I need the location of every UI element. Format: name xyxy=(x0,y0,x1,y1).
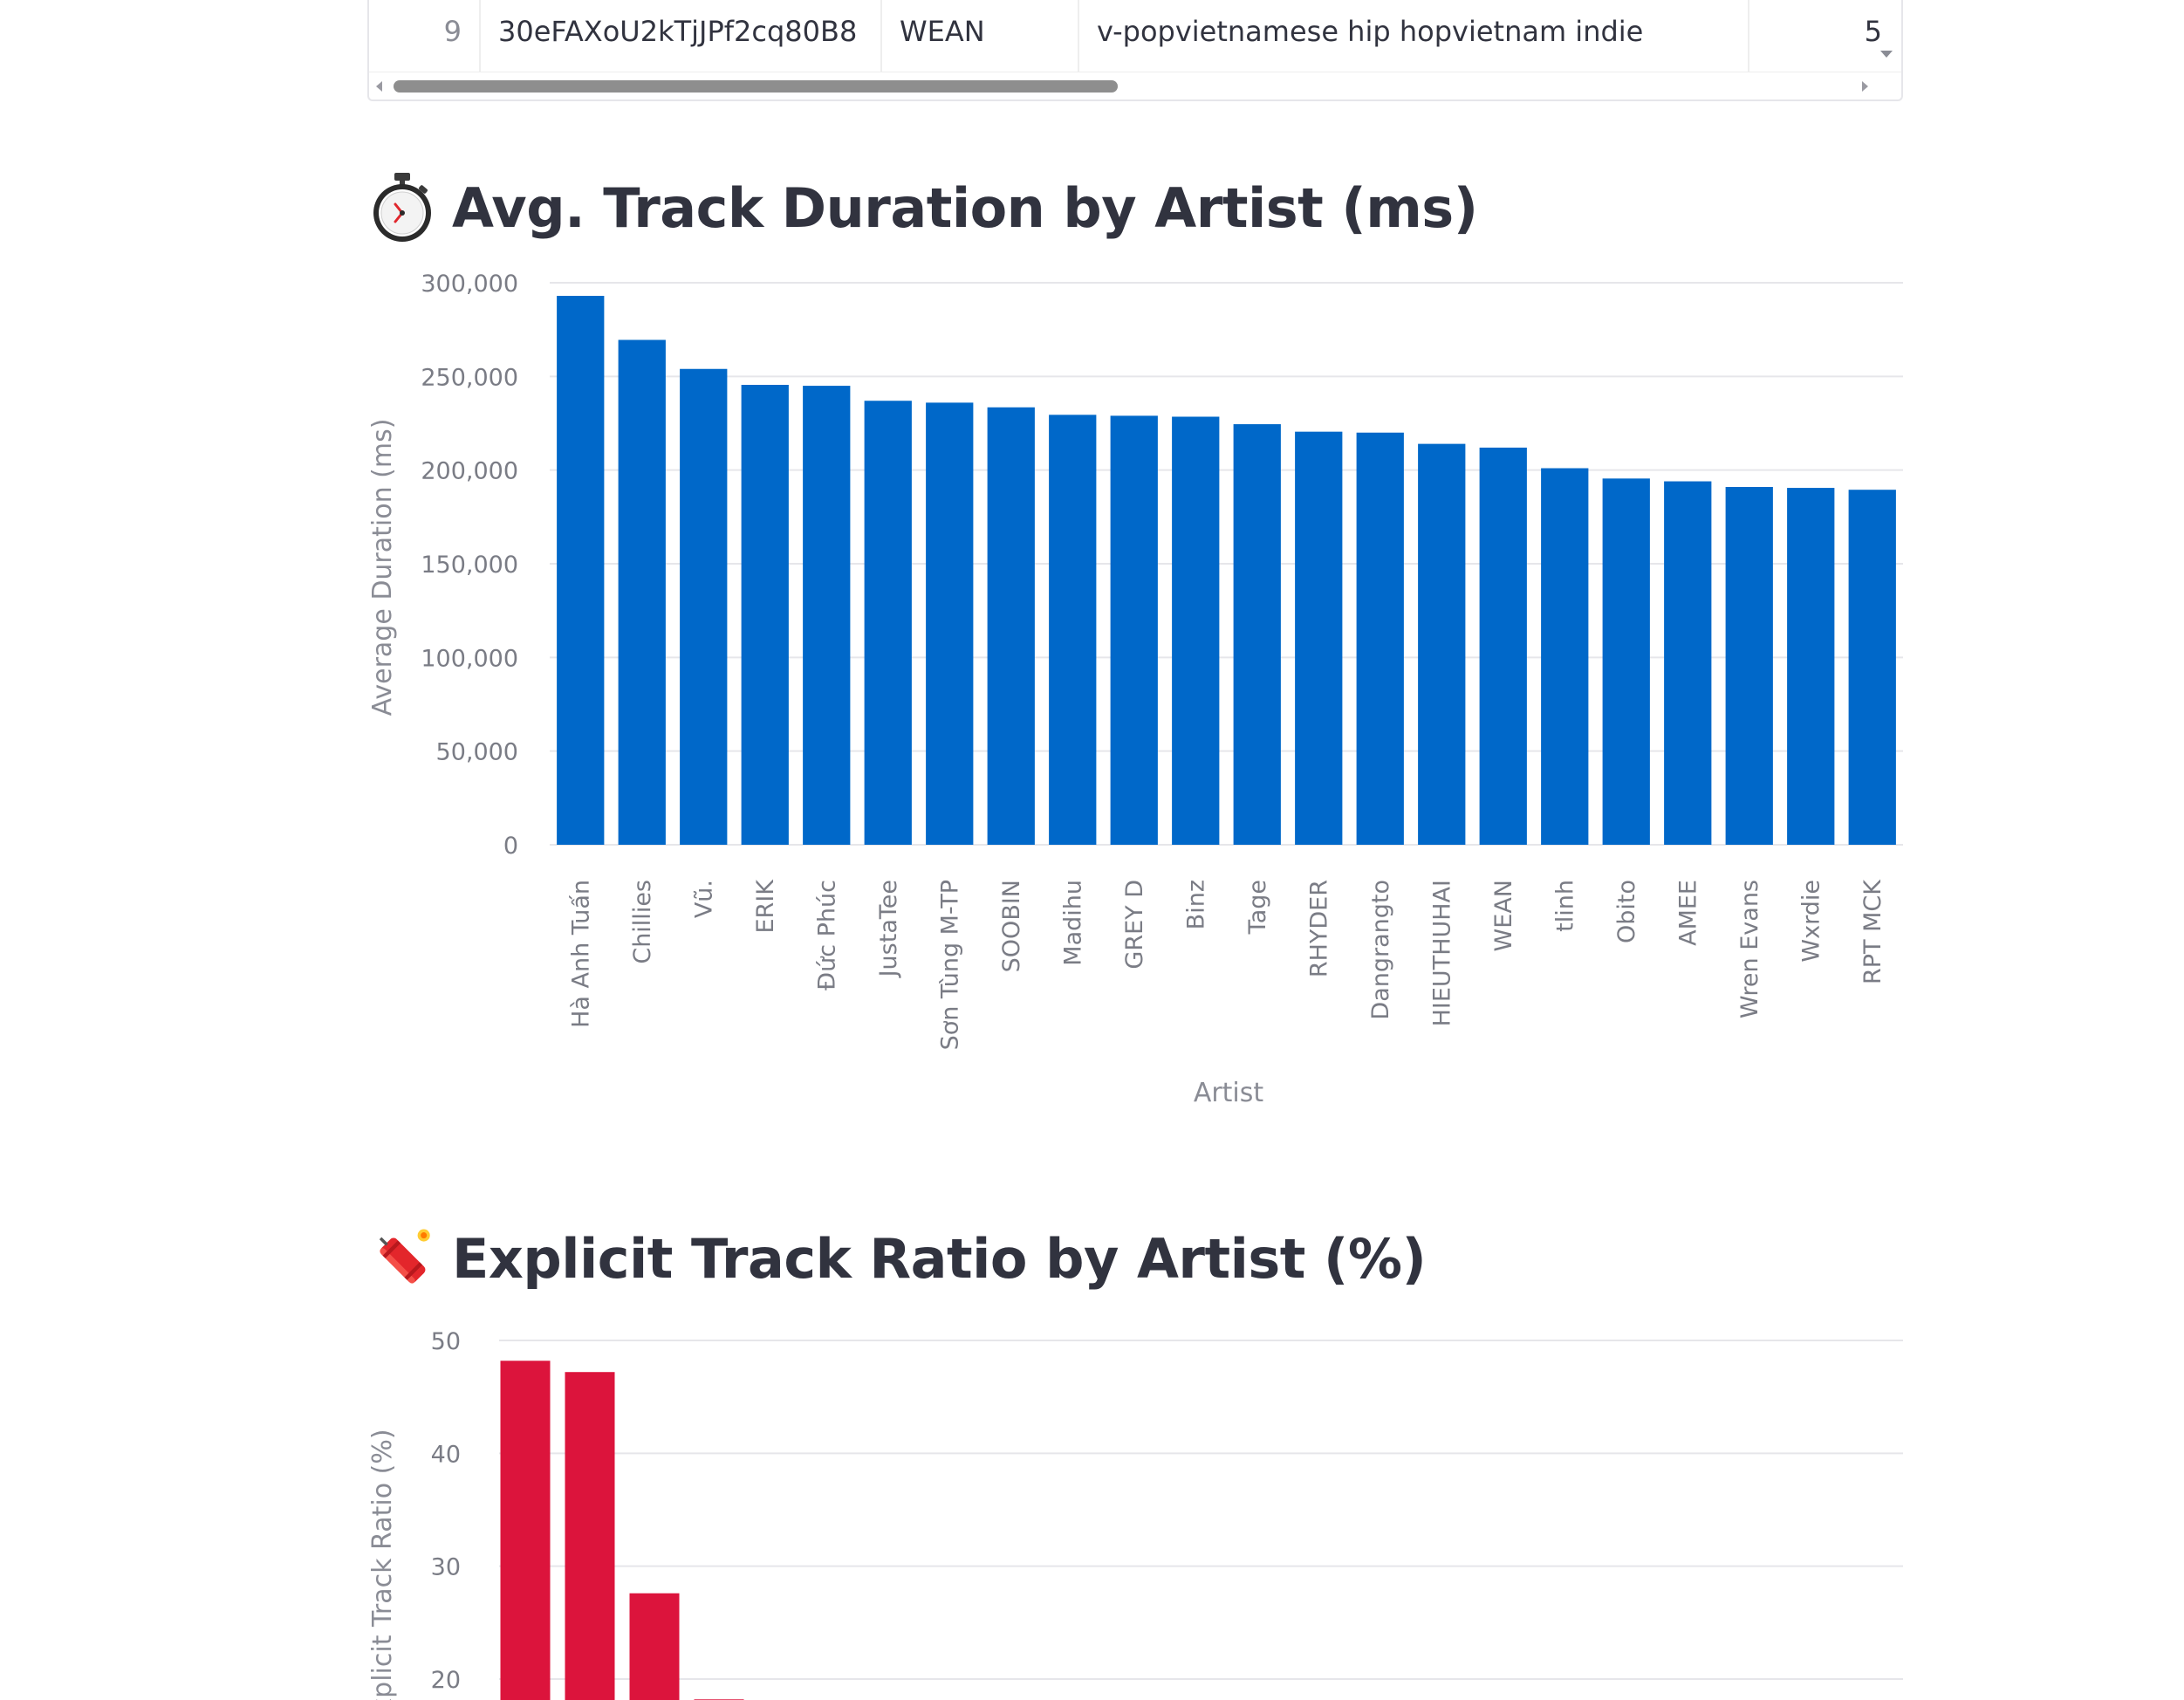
y-tick-label: 100,000 xyxy=(421,645,518,672)
chart-gridlines xyxy=(499,1340,1903,1680)
bar[interactable] xyxy=(741,384,789,845)
chart-bars[interactable] xyxy=(500,1361,744,1700)
y-tick-label: 20 xyxy=(431,1667,461,1694)
x-tick-label: Wxrdie xyxy=(1797,880,1825,963)
table-row[interactable]: 9 30eFAXoU2kTjJPf2cq80B8 WEAN v-popvietn… xyxy=(369,0,1901,72)
section-title: Avg. Track Duration by Artist (ms) xyxy=(452,175,1478,240)
x-tick-label: ERIK xyxy=(752,879,779,934)
x-tick-label: tlinh xyxy=(1551,880,1578,932)
bar[interactable] xyxy=(1356,432,1404,845)
x-axis-ticks: Hà Anh Tuấn Chillies Vũ. ERIK Đức Phúc JustaT… xyxy=(567,879,1886,1051)
x-tick-label: AMEE xyxy=(1674,880,1701,946)
scroll-left-arrow-icon[interactable] xyxy=(376,81,382,92)
table-cell-index: 9 xyxy=(369,0,481,72)
table-cell-count[interactable]: 5 xyxy=(1749,0,1901,72)
bar[interactable] xyxy=(1664,481,1712,845)
bar[interactable] xyxy=(926,402,974,845)
y-tick-label: 50,000 xyxy=(436,739,518,766)
x-tick-label: Wren Evans xyxy=(1736,880,1763,1018)
x-tick-label: Obito xyxy=(1613,880,1640,943)
y-tick-label: 200,000 xyxy=(421,458,518,485)
bar[interactable] xyxy=(1049,415,1097,845)
bar[interactable] xyxy=(680,368,728,845)
y-tick-label: 250,000 xyxy=(421,364,518,391)
explicit-ratio-bar-chart[interactable]: 20 30 40 50 Explicit Track Ratio (%) xyxy=(0,1309,2184,1700)
data-table[interactable]: 9 30eFAXoU2kTjJPf2cq80B8 WEAN v-popvietn… xyxy=(367,0,1903,101)
x-tick-label: Madihu xyxy=(1059,880,1086,966)
x-tick-label: RPT MCK xyxy=(1859,879,1886,984)
x-tick-label: Hà Anh Tuấn xyxy=(567,880,594,1028)
y-tick-label: 30 xyxy=(431,1554,461,1581)
bar[interactable] xyxy=(1725,486,1773,845)
x-tick-label: Chillies xyxy=(629,880,656,964)
bar[interactable] xyxy=(1602,478,1650,845)
bar[interactable] xyxy=(618,339,666,845)
bar[interactable] xyxy=(1295,431,1343,845)
bar[interactable] xyxy=(1172,416,1220,845)
x-tick-label: Vũ. xyxy=(690,880,717,918)
x-tick-label: Binz xyxy=(1182,880,1209,929)
y-axis-ticks: 20 30 40 50 xyxy=(431,1328,461,1694)
section-title: Explicit Track Ratio by Artist (%) xyxy=(452,1226,1427,1291)
y-tick-label: 300,000 xyxy=(421,271,518,298)
bar[interactable] xyxy=(987,407,1035,845)
bar[interactable] xyxy=(629,1593,680,1700)
y-tick-label: 0 xyxy=(503,833,518,860)
y-tick-label: 150,000 xyxy=(421,552,518,579)
x-tick-label: RHYDER xyxy=(1305,880,1332,977)
table-cell-genres[interactable]: v-popvietnamese hip hopvietnam indie xyxy=(1079,0,1749,72)
x-tick-label: SOOBIN xyxy=(998,880,1025,972)
horizontal-scrollbar[interactable] xyxy=(369,72,1901,99)
page: 9 30eFAXoU2kTjJPf2cq80B8 WEAN v-popvietn… xyxy=(0,0,2184,1700)
scroll-right-arrow-icon[interactable] xyxy=(1862,81,1868,92)
section-heading-duration: Avg. Track Duration by Artist (ms) xyxy=(370,166,1478,250)
bar[interactable] xyxy=(565,1372,615,1700)
bar[interactable] xyxy=(864,401,912,845)
x-tick-label: Đức Phúc xyxy=(813,880,840,991)
x-tick-label: WEAN xyxy=(1490,880,1517,951)
y-tick-label: 40 xyxy=(431,1441,461,1468)
bar[interactable] xyxy=(1110,415,1158,845)
bar[interactable] xyxy=(1848,490,1896,845)
y-tick-label: 50 xyxy=(431,1328,461,1355)
bar[interactable] xyxy=(1479,447,1527,845)
bar[interactable] xyxy=(1787,488,1835,845)
duration-bar-chart[interactable]: 0 50,000 100,000 150,000 200,000 250,000 300,0… xyxy=(0,262,2184,1134)
section-heading-explicit: Explicit Track Ratio by Artist (%) xyxy=(370,1217,1427,1300)
x-tick-label: JustaTee xyxy=(875,880,902,978)
scroll-down-arrow-icon[interactable] xyxy=(1880,51,1893,58)
bar[interactable] xyxy=(1418,443,1466,845)
bar[interactable] xyxy=(1233,424,1281,845)
firecracker-icon xyxy=(379,1229,430,1284)
table-cell-artist[interactable]: WEAN xyxy=(882,0,1079,72)
x-tick-label: Tage xyxy=(1244,880,1271,935)
x-tick-label: Sơn Tùng M-TP xyxy=(936,880,963,1050)
x-axis-label: Artist xyxy=(1194,1078,1264,1108)
x-tick-label: Dangrangto xyxy=(1367,880,1394,1020)
bar[interactable] xyxy=(557,296,605,845)
stopwatch-icon xyxy=(373,173,431,242)
scrollbar-thumb[interactable] xyxy=(394,80,1118,93)
y-axis-ticks: 0 50,000 100,000 150,000 200,000 250,000 300,0… xyxy=(421,271,518,860)
y-axis-label: Explicit Track Ratio (%) xyxy=(367,1429,398,1700)
table-cell-track-id[interactable]: 30eFAXoU2kTjJPf2cq80B8 xyxy=(481,0,882,72)
x-tick-label: HIEUTHUHAI xyxy=(1428,880,1455,1026)
bar[interactable] xyxy=(500,1361,551,1700)
bar[interactable] xyxy=(1541,468,1589,845)
bar[interactable] xyxy=(803,386,851,845)
y-axis-label: Average Duration (ms) xyxy=(367,419,398,716)
chart-bars[interactable] xyxy=(557,296,1896,845)
x-tick-label: GREY D xyxy=(1121,880,1148,970)
